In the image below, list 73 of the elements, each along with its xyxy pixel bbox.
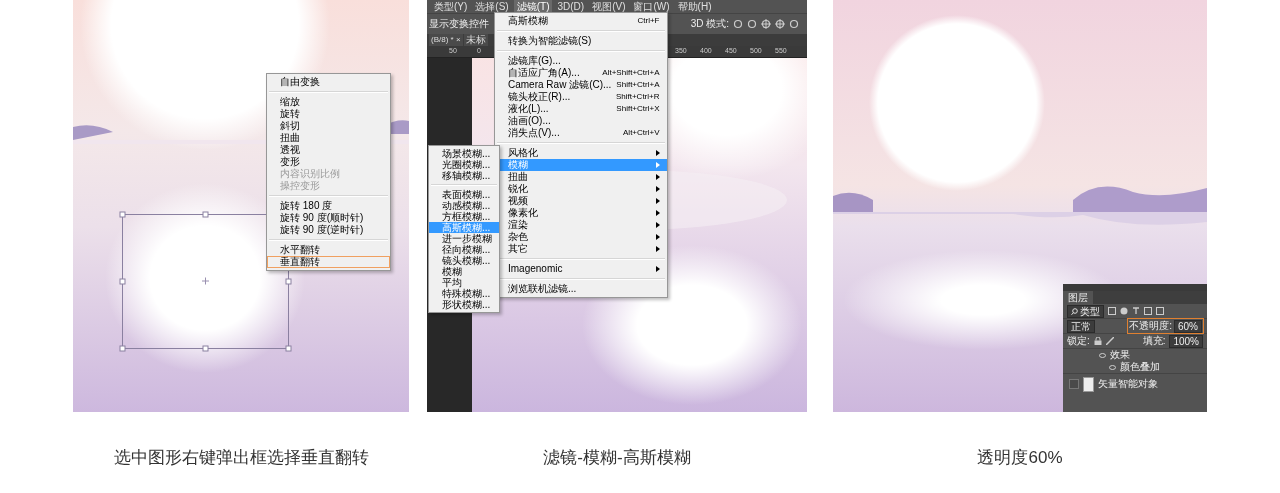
fill-field[interactable]: 100%	[1169, 334, 1203, 348]
menu-item[interactable]: 旋转	[267, 108, 390, 120]
menu-item[interactable]: 平均	[429, 277, 499, 288]
menu-item[interactable]: 模糊	[429, 266, 499, 277]
layer-name[interactable]: 效果	[1110, 349, 1130, 361]
text-icon	[1132, 307, 1140, 315]
menu-item[interactable]: 动感模糊...	[429, 200, 499, 211]
layer-name[interactable]: 颜色叠加	[1120, 361, 1160, 373]
menu-item[interactable]: 旋转 90 度(逆时针)	[267, 224, 390, 236]
caption: 滤镜-模糊-高斯模糊	[543, 447, 691, 469]
shortcut-text: Ctrl+F	[636, 15, 660, 27]
mode-label: 3D 模式:	[689, 17, 729, 31]
layer-thumbnail	[1083, 376, 1094, 392]
menu-bar-item[interactable]: 类型(Y)	[431, 0, 471, 13]
menu-item[interactable]: 进一步模糊	[429, 233, 499, 244]
fill-label: 填充:	[1142, 334, 1166, 348]
checkbox-label[interactable]: 显示变换控件	[427, 17, 489, 31]
caption: 透明度60%	[977, 447, 1063, 469]
shortcut-text: Shift+Ctrl+R	[614, 91, 660, 103]
brush-icon	[1105, 337, 1114, 345]
document-tab[interactable]: (B/8) * ×	[429, 34, 463, 46]
move-icon	[775, 19, 785, 29]
menu-item[interactable]: 滤镜库(G)...	[495, 55, 667, 67]
menu-item[interactable]: 水平翻转	[267, 244, 390, 256]
menu-item[interactable]: 油画(O)...	[495, 115, 667, 127]
shortcut-text: Alt+Shift+Ctrl+A	[601, 67, 660, 79]
menu-item[interactable]: Camera Raw 滤镜(C)... Shift+Ctrl+A	[495, 79, 667, 91]
shortcut-text: Shift+Ctrl+X	[615, 103, 660, 115]
menu-item[interactable]: 转换为智能滤镜(S)	[495, 35, 667, 47]
menu-item[interactable]: 形状模糊...	[429, 299, 499, 310]
menu-item[interactable]: 液化(L)... Shift+Ctrl+X	[495, 103, 667, 115]
blend-mode-dropdown[interactable]: 正常	[1067, 319, 1095, 333]
menu-item[interactable]: 自适应广角(A)... Alt+Shift+Ctrl+A	[495, 67, 667, 79]
filter-label: 类型	[1080, 305, 1100, 317]
visibility-box[interactable]	[1069, 379, 1079, 389]
menu-item[interactable]: 旋转 180 度	[267, 200, 390, 212]
menu-bar-item[interactable]: 窗口(W)	[630, 0, 673, 13]
filter-dropdown[interactable]: 类型	[1067, 304, 1104, 318]
menu-item[interactable]: 表面模糊...	[429, 189, 499, 200]
menu-item[interactable]: 镜头模糊...	[429, 255, 499, 266]
menu-item[interactable]: 变形	[267, 156, 390, 168]
menu-item[interactable]: 消失点(V)... Alt+Ctrl+V	[495, 127, 667, 139]
shortcut-text: Shift+Ctrl+A	[615, 79, 660, 91]
menu-item[interactable]: 自由变换	[267, 76, 390, 88]
menu-bar-item[interactable]: 选择(S)	[472, 0, 512, 13]
opacity-field[interactable]: 60%	[1174, 319, 1202, 333]
menu-item[interactable]: 方框模糊...	[429, 211, 499, 222]
circle-icon	[1120, 307, 1128, 315]
panel-tab[interactable]: 图层	[1063, 291, 1093, 304]
menu-bar-item[interactable]: 视图(V)	[589, 0, 629, 13]
menu-item[interactable]: 移轴模糊...	[429, 170, 499, 181]
menu-item[interactable]: 斜切	[267, 120, 390, 132]
search-icon	[1071, 307, 1078, 315]
menu-item[interactable]: 镜头校正(R)... Shift+Ctrl+R	[495, 91, 667, 103]
lock-label: 锁定:	[1067, 334, 1090, 348]
menu-bar-item[interactable]: 3D(D)	[554, 0, 588, 13]
shortcut-text: Alt+Ctrl+V	[622, 127, 660, 139]
menu-item[interactable]: 特殊模糊...	[429, 288, 499, 299]
menu-item[interactable]: 旋转 90 度(顺时针)	[267, 212, 390, 224]
caption: 选中图形右键弹出框选择垂直翻转	[113, 447, 369, 469]
menu-item[interactable]: 场景模糊...	[429, 148, 499, 159]
menu-item[interactable]: 径向模糊...	[429, 244, 499, 255]
menu-item[interactable]: 透视	[267, 144, 390, 156]
menu-item[interactable]: 缩放	[267, 96, 390, 108]
opacity-label: 不透明度:	[1129, 319, 1172, 333]
layer-name[interactable]: 矢量智能对象	[1098, 378, 1158, 390]
menu-item[interactable]: 扭曲	[267, 132, 390, 144]
menu-item[interactable]: 垂直翻转	[267, 256, 390, 268]
menu-item[interactable]: 高斯模糊 Ctrl+F	[495, 15, 667, 27]
submenu-arrow-icon	[655, 266, 660, 272]
move-icon	[761, 19, 771, 29]
document-tab[interactable]: 未标	[463, 34, 488, 46]
menu-bar-item[interactable]: 帮助(H)	[674, 0, 715, 13]
